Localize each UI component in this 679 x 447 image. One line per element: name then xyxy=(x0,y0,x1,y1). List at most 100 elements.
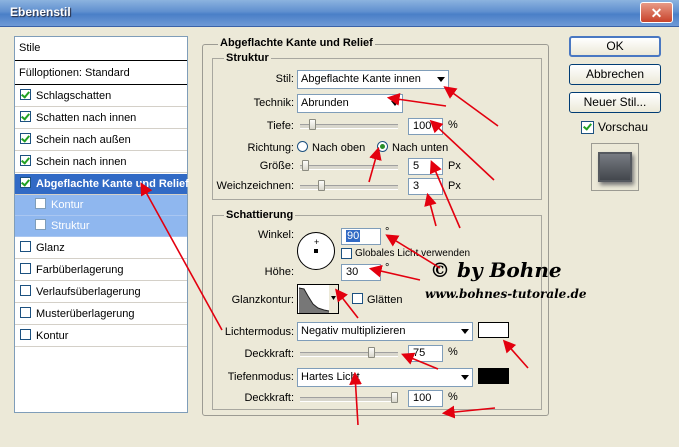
glaetten-label[interactable]: Glätten xyxy=(367,294,402,306)
checkbox-icon[interactable] xyxy=(20,263,31,274)
sidebar-item-musterueberlagerung[interactable]: Musterüberlagerung xyxy=(15,304,187,325)
deckkraft2-input[interactable]: 100 xyxy=(408,390,443,407)
winkel-unit: ° xyxy=(385,226,390,238)
checkbox-icon[interactable] xyxy=(20,177,31,188)
checkbox-icon[interactable] xyxy=(35,198,46,209)
weich-slider[interactable] xyxy=(300,185,398,190)
checkbox-icon[interactable] xyxy=(20,111,31,122)
deckkraft2-slider[interactable] xyxy=(300,397,398,402)
angle-dial[interactable]: + xyxy=(297,232,335,270)
tiefe-value: 100 xyxy=(413,120,432,132)
crosshair-icon: + xyxy=(314,237,320,247)
deckkraft2-label: Deckkraft: xyxy=(244,392,294,404)
checkbox-icon[interactable] xyxy=(20,285,31,296)
dial-center xyxy=(314,249,318,253)
richtung-unten-label[interactable]: Nach unten xyxy=(392,142,448,154)
sidebar-item-stile[interactable]: Stile xyxy=(15,37,187,61)
groesse-value: 5 xyxy=(413,160,420,172)
sidebar-item-farbueberlagerung[interactable]: Farbüberlagerung xyxy=(15,260,187,281)
sidebar-item-label: Schatten nach innen xyxy=(36,112,137,124)
tiefe-slider-thumb[interactable] xyxy=(309,119,317,130)
preview-label[interactable]: Vorschau xyxy=(598,120,648,134)
checkbox-icon[interactable] xyxy=(20,241,31,252)
deckkraft1-slider[interactable] xyxy=(300,352,398,357)
sidebar-item-schein-nach-aussen[interactable]: Schein nach außen xyxy=(15,130,187,151)
sidebar-item-label: Musterüberlagerung xyxy=(36,308,135,320)
checkbox-icon[interactable] xyxy=(35,219,46,230)
weich-label: Weichzeichnen: xyxy=(216,180,294,192)
tiefe-input[interactable]: 100 xyxy=(408,118,443,135)
cancel-button[interactable]: Abbrechen xyxy=(569,64,661,85)
tiefe-label: Tiefe: xyxy=(266,120,294,132)
sidebar-item-label: Verlaufsüberlagerung xyxy=(36,286,141,298)
chevron-down-icon xyxy=(437,77,445,82)
glaetten-checkbox[interactable] xyxy=(352,293,363,304)
checkbox-icon[interactable] xyxy=(20,89,31,100)
sidebar-item-fuelloptionen[interactable]: Fülloptionen: Standard xyxy=(15,62,187,85)
close-button[interactable]: ✕ xyxy=(640,2,673,23)
deckkraft1-label: Deckkraft: xyxy=(244,348,294,360)
gloss-contour-picker[interactable] xyxy=(297,284,339,314)
watermark-author: © by Bohne xyxy=(430,258,562,282)
deckkraft2-unit: % xyxy=(448,391,458,403)
groesse-slider[interactable] xyxy=(300,165,398,170)
deckkraft1-value: 75 xyxy=(413,347,426,359)
winkel-value: 90 xyxy=(346,230,361,242)
checkbox-icon[interactable] xyxy=(20,155,31,166)
winkel-input[interactable]: 90 xyxy=(341,228,381,245)
groesse-slider-thumb[interactable] xyxy=(301,160,309,171)
sidebar-item-label: Kontur xyxy=(36,330,69,342)
sidebar-item-label: Farbüberlagerung xyxy=(36,264,124,276)
highlight-color-swatch[interactable] xyxy=(478,322,509,338)
weich-slider-thumb[interactable] xyxy=(318,180,326,191)
window-title: Ebenenstil xyxy=(10,5,71,19)
lichtermodus-select[interactable]: Negativ multiplizieren xyxy=(297,322,473,341)
style-list: Stile Fülloptionen: Standard Schlagschat… xyxy=(14,36,189,413)
sidebar-item-struktur-sub[interactable]: Struktur xyxy=(15,216,187,237)
weich-unit: Px xyxy=(448,180,461,192)
tiefenmodus-value: Hartes Licht xyxy=(301,371,360,383)
checkbox-icon[interactable] xyxy=(20,329,31,340)
new-style-button[interactable]: Neuer Stil... xyxy=(569,92,661,113)
sidebar-item-label: Kontur xyxy=(51,199,84,211)
weich-input[interactable]: 3 xyxy=(408,178,443,195)
stil-select[interactable]: Abgeflachte Kante innen xyxy=(297,70,449,89)
ok-button[interactable]: OK xyxy=(569,36,661,57)
global-light-checkbox[interactable] xyxy=(341,248,352,259)
panel-title: Abgeflachte Kante und Relief xyxy=(218,37,375,49)
deckkraft2-value: 100 xyxy=(413,392,432,404)
sidebar-item-schatten-nach-innen[interactable]: Schatten nach innen xyxy=(15,108,187,129)
groesse-input[interactable]: 5 xyxy=(408,158,443,175)
technik-label: Technik: xyxy=(253,97,294,109)
sidebar-item-label: Schein nach innen xyxy=(36,156,127,168)
deckkraft2-slider-thumb[interactable] xyxy=(391,392,398,403)
contour-curve-icon xyxy=(298,285,338,313)
sidebar-item-kontur-sub[interactable]: Kontur xyxy=(15,195,187,216)
tiefenmodus-select[interactable]: Hartes Licht xyxy=(297,368,473,387)
deckkraft1-slider-thumb[interactable] xyxy=(368,347,376,358)
groesse-label: Größe: xyxy=(259,160,294,172)
stil-label: Stil: xyxy=(275,73,294,85)
sidebar-item-verlaufsueberlagerung[interactable]: Verlaufsüberlagerung xyxy=(15,282,187,303)
checkbox-icon[interactable] xyxy=(20,133,31,144)
sidebar-item-label: Schlagschatten xyxy=(36,90,112,102)
sidebar-item-schlagschatten[interactable]: Schlagschatten xyxy=(15,86,187,107)
sidebar-item-schein-nach-innen[interactable]: Schein nach innen xyxy=(15,152,187,173)
weich-value: 3 xyxy=(413,180,420,192)
sidebar-item-kontur[interactable]: Kontur xyxy=(15,326,187,347)
sidebar-item-abgeflachte-kante[interactable]: Abgeflachte Kante und Relief xyxy=(15,174,189,195)
hoehe-input[interactable]: 30 xyxy=(341,264,381,281)
groesse-unit: Px xyxy=(448,160,461,172)
technik-select[interactable]: Abrunden xyxy=(297,94,403,113)
richtung-oben-radio[interactable] xyxy=(297,141,308,152)
richtung-unten-radio[interactable] xyxy=(377,141,388,152)
preview-thumbnail xyxy=(598,152,632,182)
richtung-oben-label[interactable]: Nach oben xyxy=(312,142,365,154)
chevron-down-icon xyxy=(461,375,469,380)
preview-checkbox[interactable] xyxy=(581,121,594,134)
sidebar-item-glanz[interactable]: Glanz xyxy=(15,238,187,259)
deckkraft1-input[interactable]: 75 xyxy=(408,345,443,362)
lichtermodus-label: Lichtermodus: xyxy=(224,326,294,338)
shadow-color-swatch[interactable] xyxy=(478,368,509,384)
checkbox-icon[interactable] xyxy=(20,307,31,318)
